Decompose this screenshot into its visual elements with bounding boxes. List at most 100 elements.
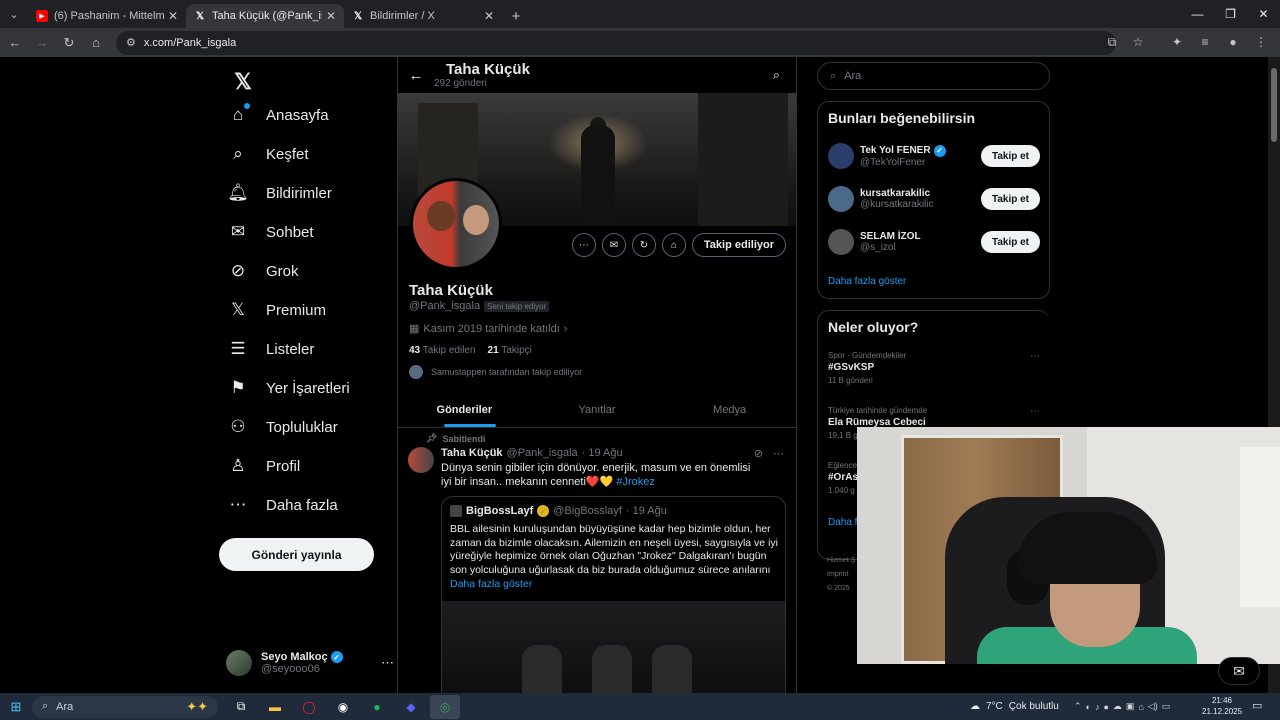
more-dots-icon[interactable]: ⋯ [381,655,394,671]
tray-app-icon[interactable]: ● [1103,702,1108,712]
scrollbar-thumb[interactable] [1271,68,1277,142]
weather-widget[interactable]: ☁ 7°C Çok bulutlu [970,693,1059,720]
followers-link[interactable]: 21 Takipçi [488,345,532,356]
home-icon[interactable]: ⌂ [84,31,108,55]
suggestion-item[interactable]: Tek Yol FENER ✓ @TekYolFener Takip et [828,140,1040,172]
subscribe-icon[interactable]: ⌂ [661,233,686,257]
account-switcher[interactable]: Seyo Malkoç ✓ @seyooo06 ⋯ [226,644,394,682]
tab-search-icon[interactable]: ⌄ [0,0,28,28]
suggestion-item[interactable]: kursatkarakilic @kursatkarakilic Takip e… [828,183,1040,215]
search-icon[interactable]: ⌕ [773,67,780,83]
show-more-link[interactable]: Daha fazla göster [450,578,532,590]
mic-icon[interactable]: ♪ [1095,702,1100,712]
x-logo-icon[interactable]: 𝕏 [226,65,260,99]
follow-button[interactable]: Takip et [980,231,1040,253]
app-icon[interactable]: ◉ [328,695,358,719]
quote-media[interactable] [442,601,785,693]
joined-date[interactable]: ▦ Kasım 2019 tarihinde katıldı › [409,322,567,336]
browser-tab-profile[interactable]: 𝕏 Taha Küçük (@Pank_isgala) / X ✕ [186,4,344,28]
quote-tweet[interactable]: BigBossLayf ✓ @BigBosslayf · 19 Ağu BBL … [441,496,786,693]
install-app-icon[interactable]: ⧉ [1102,32,1122,52]
close-tab-icon[interactable]: ✕ [168,9,178,23]
more-dots-icon[interactable]: ⋯ [1030,406,1040,417]
footer-link[interactable]: Hizmet Ş [827,554,855,568]
volume-icon[interactable]: ◁) [1148,701,1158,712]
search-input[interactable]: ⌕ Ara [817,62,1050,90]
post-button[interactable]: Gönderi yayınla [219,538,374,571]
tab-posts[interactable]: Gönderiler [398,392,531,427]
extensions-icon[interactable]: ✦ [1166,30,1188,54]
close-tab-icon[interactable]: ✕ [326,9,336,23]
tab-media[interactable]: Medya [663,392,796,427]
nav-explore[interactable]: ⌕ Keşfet [226,137,308,171]
hashtag-link[interactable]: #Jrokez [616,476,655,488]
task-view-icon[interactable]: ⧉ [226,695,256,719]
nav-notifications[interactable]: 🔔︎ Bildirimler [226,176,332,210]
cloud-icon[interactable]: ☁ [1113,701,1122,712]
new-tab-icon[interactable]: + [502,4,530,28]
menu-kebab-icon[interactable]: ⋮ [1250,30,1272,54]
chrome-icon[interactable]: ◎ [430,694,460,719]
tray-app-icon[interactable]: ▣ [1126,701,1135,712]
forward-icon[interactable]: → [30,31,54,55]
show-more-link[interactable]: Daha fazla göster [828,276,906,287]
show-more-link[interactable]: Daha f [828,517,857,528]
bookmark-star-icon[interactable]: ☆ [1128,32,1148,52]
file-explorer-icon[interactable]: ▬ [260,695,290,719]
battery-icon[interactable]: ▭ [1162,701,1171,712]
spotify-icon[interactable]: ● [362,695,392,719]
reload-icon[interactable]: ↻ [57,31,81,55]
messages-drawer-icon[interactable]: ✉ [1218,657,1260,685]
tweet-author[interactable]: Taha Küçük [441,447,503,459]
grok-icon[interactable]: ⊘ [754,447,763,460]
opera-icon[interactable]: ◯ [294,695,324,719]
browser-tab-youtube[interactable]: ▶ (6) Pashanim - Mittelmeer - You ✕ [28,4,186,28]
more-dots-icon[interactable]: ⋯ [571,233,596,257]
discord-icon[interactable]: ◆ [396,695,426,719]
grok-analyze-icon[interactable]: ↻ [631,233,656,257]
following-link[interactable]: 43 Takip edilen [409,345,476,356]
site-info-icon[interactable]: ⚙ [126,36,136,49]
nav-more[interactable]: ⋯ Daha fazla [226,488,338,522]
minimize-icon[interactable]: — [1181,0,1214,28]
network-icon[interactable]: ⌂ [1138,702,1143,712]
nav-profile[interactable]: ♙ Profil [226,449,300,483]
follow-button[interactable]: Takip et [980,145,1040,167]
suggestion-item[interactable]: SELAM İZOL @s_izol Takip et [828,226,1040,258]
notifications-icon[interactable]: ▭ [1252,699,1262,712]
more-dots-icon[interactable]: ⋯ [1030,351,1040,362]
avatar[interactable] [408,447,434,473]
tab-replies[interactable]: Yanıtlar [531,392,664,427]
profile-avatar[interactable] [410,178,502,270]
trend-item[interactable]: Spor · Gündemdekiler #GSvKSP 11 B gönder… [828,351,1040,385]
message-icon[interactable]: ✉ [601,233,626,257]
back-icon[interactable]: ← [3,31,27,55]
follow-button[interactable]: Takip et [980,188,1040,210]
chevron-up-icon[interactable]: ⌃ [1074,701,1082,712]
tweet-date[interactable]: · 19 Ağu [582,447,623,459]
following-button[interactable]: Takip ediliyor [691,233,786,257]
back-arrow-icon[interactable]: ← [398,67,434,84]
restore-icon[interactable]: ❐ [1214,0,1247,28]
close-tab-icon[interactable]: ✕ [484,9,494,23]
nav-premium[interactable]: 𝕏 Premium [226,293,326,327]
nav-bookmarks[interactable]: ⚑ Yer İşaretleri [226,371,349,405]
close-window-icon[interactable]: ✕ [1247,0,1280,28]
windows-start-icon[interactable]: ⊞ [0,693,32,720]
nav-grok[interactable]: ⊘ Grok [226,254,299,288]
youtube-icon: ▶ [36,10,48,22]
browser-tab-notifications[interactable]: 𝕏 Bildirimler / X ✕ [344,4,502,28]
footer-link[interactable]: Imprint [827,568,855,582]
nav-lists[interactable]: ☰ Listeler [226,332,314,366]
nav-chat[interactable]: ✉ Sohbet [226,215,314,249]
nav-home[interactable]: ⌂ Anasayfa [226,98,329,132]
reading-list-icon[interactable]: ≡ [1194,30,1216,54]
followed-by[interactable]: Samustappen tarafından takip ediliyor [409,365,582,379]
profile-avatar-icon[interactable]: ● [1222,30,1244,54]
nav-communities[interactable]: ⚇ Topluluklar [226,410,337,444]
more-dots-icon[interactable]: ⋯ [773,447,784,460]
url-field[interactable]: ⚙ x.com/Pank_isgala [116,30,1116,55]
tray-app-icon[interactable]: ◐ [1086,702,1091,712]
clock[interactable]: 21:46 21.12.2025 [1202,695,1242,717]
taskbar-search[interactable]: ⌕ Ara ✦✦ [32,695,218,718]
